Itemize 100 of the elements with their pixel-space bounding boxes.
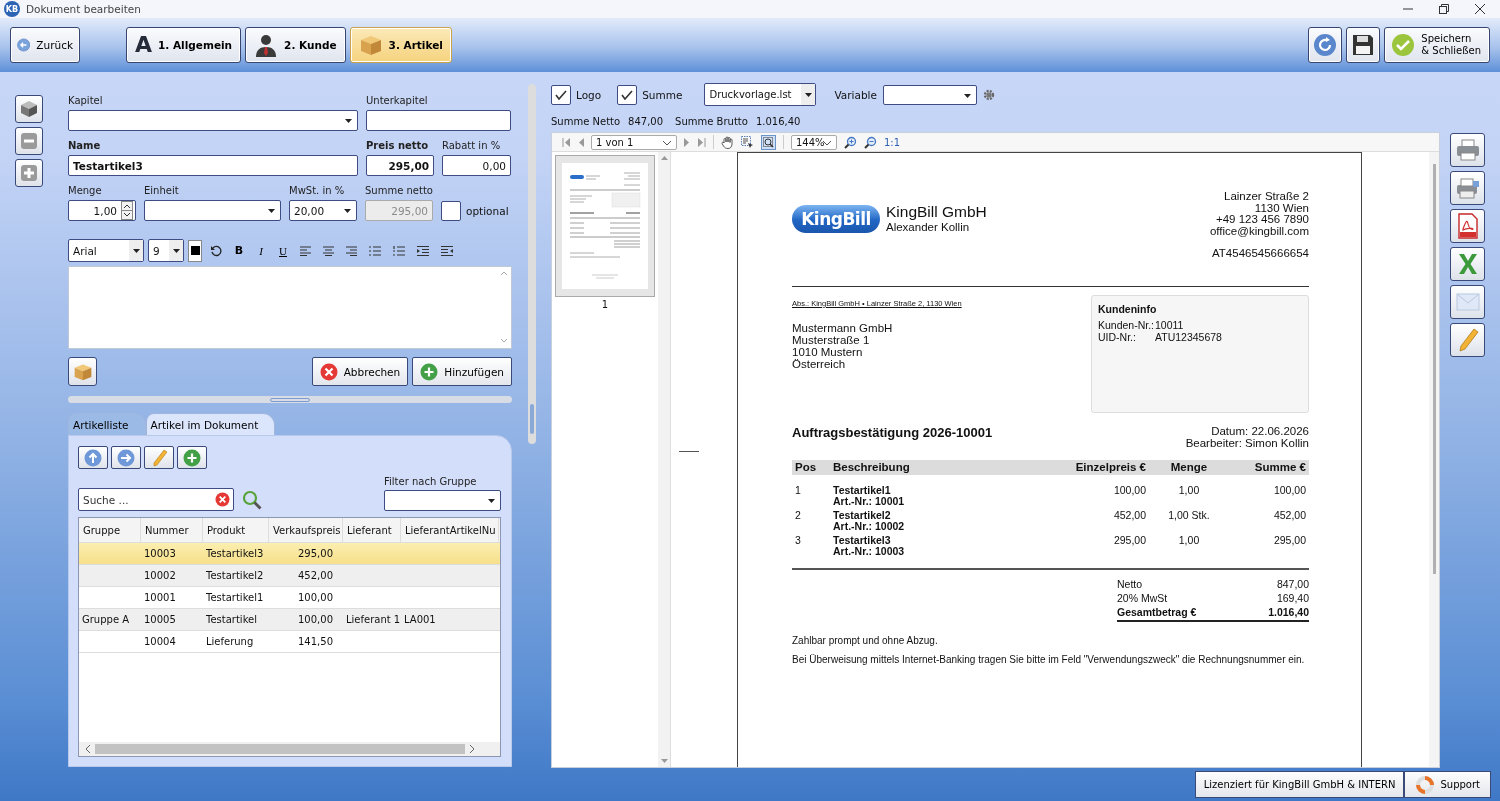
undo-icon[interactable] (210, 244, 222, 257)
pdf-button[interactable] (1450, 209, 1485, 243)
scroll-down-icon[interactable] (660, 759, 668, 764)
scrollbar[interactable] (658, 152, 670, 767)
print-button[interactable] (1450, 133, 1485, 167)
column-header[interactable]: Lieferant (343, 518, 401, 542)
save-button[interactable] (1346, 27, 1381, 63)
restore-icon[interactable] (1439, 4, 1449, 14)
align-right-icon[interactable] (346, 245, 357, 256)
move-up-button[interactable] (78, 446, 108, 469)
print-dialog-button[interactable] (1450, 171, 1485, 205)
table-cell: 141,50 (298, 636, 333, 647)
license-button[interactable]: Lizenziert für KingBill GmbH & INTERN (1194, 771, 1405, 798)
scroll-left-icon[interactable] (85, 745, 91, 753)
align-center-icon[interactable] (323, 245, 334, 256)
article-picker-button[interactable] (68, 357, 97, 386)
subchapter-field[interactable] (366, 110, 511, 131)
page-thumbnail[interactable] (555, 155, 655, 297)
settings-icon[interactable] (982, 88, 995, 101)
text-color-button[interactable] (188, 239, 202, 262)
back-button[interactable]: Zurück (10, 27, 80, 63)
page-dropdown[interactable]: 1 von 1 (591, 134, 677, 150)
font-size-dropdown[interactable]: 9 (148, 239, 184, 262)
scrollbar[interactable] (528, 84, 536, 444)
refresh-button[interactable] (1308, 27, 1343, 63)
splitter-handle[interactable] (68, 396, 512, 403)
article-button[interactable] (15, 95, 43, 123)
table-row[interactable]: 10002 Testartikel2 452,00 (79, 565, 500, 587)
tab[interactable]: Artikel im Dokument (145, 413, 276, 435)
add-button[interactable] (15, 159, 43, 187)
outdent-icon[interactable] (441, 245, 453, 256)
column-header[interactable]: Produkt (203, 518, 269, 542)
indent-icon[interactable] (417, 245, 429, 256)
font-dropdown[interactable]: Arial (68, 239, 144, 262)
format-button[interactable]: U (274, 244, 292, 257)
table-row[interactable]: 10003 Testartikel3 295,00 (79, 543, 500, 565)
remove-button[interactable] (15, 127, 43, 155)
checkbox[interactable] (617, 84, 638, 105)
document-title: Auftragsbestätigung 2026-10001 (792, 424, 993, 442)
search-field[interactable]: Suche ... (78, 488, 234, 511)
column-header[interactable]: Nummer (141, 518, 203, 542)
vat-dropdown[interactable]: 20,00 (289, 200, 357, 221)
zoom-select-icon[interactable] (761, 134, 776, 150)
search-icon[interactable] (242, 490, 262, 510)
format-button[interactable]: B (230, 244, 248, 257)
template-dropdown[interactable]: Druckvorlage.lst (704, 83, 817, 106)
tab[interactable]: Artikelliste (68, 413, 146, 435)
checkbox[interactable] (551, 84, 571, 105)
zoom-out-icon[interactable] (864, 135, 877, 149)
zoom-in-icon[interactable] (844, 135, 857, 149)
format-button[interactable]: I (252, 244, 270, 257)
previous-page-icon[interactable] (578, 137, 584, 147)
scrollbar[interactable] (1429, 152, 1439, 767)
column-header: Menge (1169, 461, 1209, 473)
last-page-icon[interactable] (697, 137, 706, 147)
scrollbar[interactable] (499, 269, 509, 345)
chapter-dropdown[interactable] (68, 110, 358, 131)
unit-dropdown[interactable] (144, 200, 281, 221)
actual-size-button[interactable]: 1:1 (884, 136, 901, 148)
address-line: 1130 Wien (1254, 202, 1309, 214)
horizontal-scrollbar[interactable] (79, 742, 500, 756)
quantity-field[interactable]: 1,00 (68, 200, 136, 221)
price-field[interactable]: 295,00 (366, 155, 434, 176)
column-header[interactable]: Gruppe (79, 518, 141, 542)
close-icon[interactable] (1475, 4, 1485, 14)
scroll-up-icon[interactable] (660, 155, 668, 160)
discount-field[interactable]: 0,00 (442, 155, 511, 176)
select-text-icon[interactable] (741, 135, 754, 149)
table-row[interactable]: Gruppe A 10005 Testartikel 100,00 Lieferant 1 LA001 (79, 609, 500, 631)
variable-dropdown[interactable] (882, 84, 977, 105)
column-header[interactable]: Verkaufspreis (269, 518, 343, 542)
clear-icon[interactable] (215, 492, 230, 507)
spin-buttons[interactable] (121, 201, 133, 220)
name-field[interactable]: Testartikel3 (68, 155, 358, 176)
bullet-list-icon[interactable] (369, 245, 381, 256)
zoom-dropdown[interactable]: 144% (791, 134, 837, 150)
scroll-right-icon[interactable] (469, 745, 475, 753)
step-tab[interactable]: 3. Artikel (349, 27, 452, 63)
email-button[interactable] (1450, 285, 1485, 319)
move-right-button[interactable] (111, 446, 141, 469)
step-tab[interactable]: 2. Kunde (245, 27, 346, 63)
add-button[interactable]: Hinzufügen (412, 357, 512, 386)
column-header[interactable]: LieferantArtikelNu (401, 518, 499, 542)
step-tab[interactable]: A 1. Allgemein (126, 27, 242, 63)
caret-icon (172, 248, 180, 253)
item-number: Art.-Nr.: 10003 (833, 546, 906, 558)
hand-icon[interactable] (721, 135, 734, 149)
group-filter-dropdown[interactable] (384, 490, 501, 511)
edit-button[interactable] (144, 446, 174, 469)
next-page-icon[interactable] (684, 137, 690, 147)
new-article-button[interactable] (177, 446, 207, 469)
optional-checkbox[interactable] (441, 201, 461, 221)
edit-template-button[interactable] (1450, 323, 1485, 357)
save-and-close-button[interactable]: Speichern & Schließen (1384, 27, 1490, 63)
excel-button[interactable] (1450, 247, 1485, 281)
first-page-icon[interactable] (562, 137, 571, 147)
align-left-icon[interactable] (300, 245, 311, 256)
support-button[interactable]: Support (1404, 771, 1491, 798)
numbered-list-icon[interactable] (393, 245, 405, 256)
cancel-button[interactable]: Abbrechen (311, 357, 409, 386)
